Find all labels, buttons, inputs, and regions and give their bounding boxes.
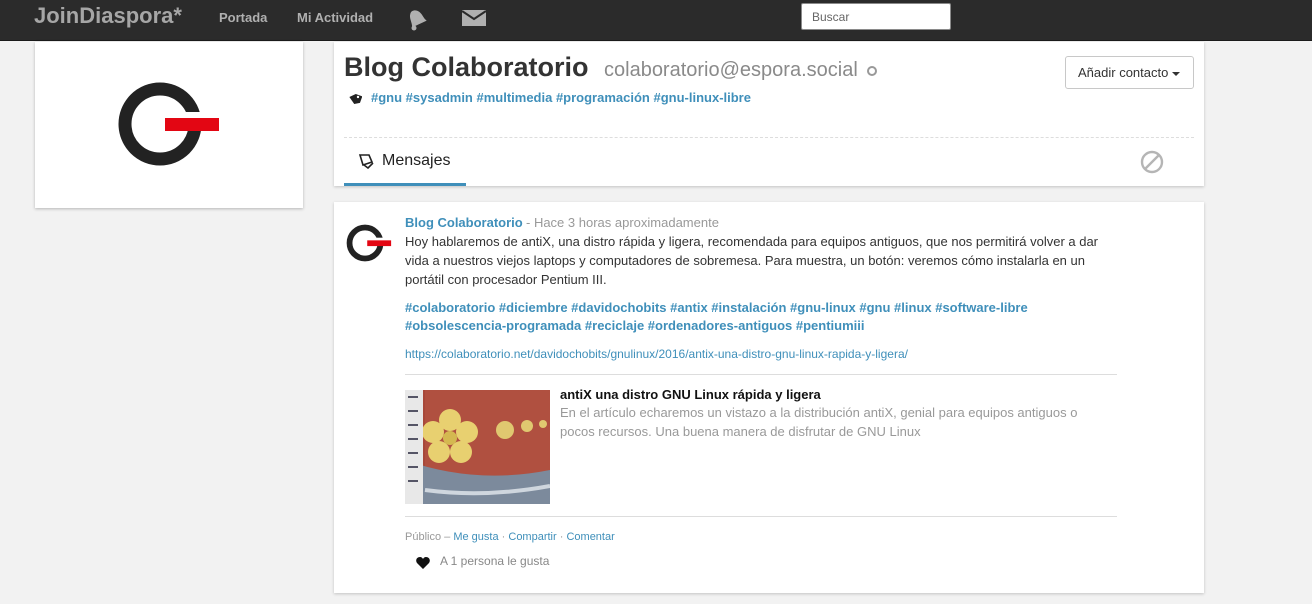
divider <box>405 374 1117 375</box>
meta-separator: – <box>444 531 451 543</box>
add-contact-label: Añadir contacto <box>1078 65 1169 80</box>
brand-logo[interactable]: JoinDiaspora* <box>34 3 182 29</box>
profile-handle: colaboratorio@espora.social <box>604 59 858 81</box>
profile-header: Blog Colaboratorio colaboratorio@espora.… <box>334 42 1204 186</box>
post-timestamp[interactable]: - Hace 3 horas aproximadamente <box>526 215 719 230</box>
post-tags: #colaboratorio #diciembre #davidochobits… <box>405 299 1125 335</box>
post-tags-line[interactable]: #obsolescencia-programada #reciclaje #or… <box>405 317 1125 335</box>
link-preview-image[interactable] <box>405 390 550 504</box>
caret-down-icon <box>1172 71 1181 76</box>
post-card: Blog Colaboratorio - Hace 3 horas aproxi… <box>334 202 1204 593</box>
block-user-icon[interactable] <box>1140 150 1164 179</box>
link-preview-title[interactable]: antiX una distro GNU Linux rápida y lige… <box>560 387 821 402</box>
search-input[interactable] <box>801 3 951 30</box>
profile-name: Blog Colaboratorio <box>344 52 589 82</box>
add-contact-button[interactable]: Añadir contacto <box>1065 56 1194 89</box>
post-body: Hoy hablaremos de antiX, una distro rápi… <box>405 234 1099 287</box>
post-author-link[interactable]: Blog Colaboratorio <box>405 215 523 230</box>
profile-avatar-card <box>35 42 303 208</box>
meta-dot: · <box>559 531 564 543</box>
heart-icon <box>416 556 430 574</box>
tab-posts-label: Mensajes <box>382 152 451 169</box>
post-tags-line[interactable]: #colaboratorio #diciembre #davidochobits… <box>405 299 1125 317</box>
tab-posts[interactable]: Mensajes <box>344 140 466 186</box>
bell-icon[interactable] <box>405 7 427 36</box>
post-meta: Público – Me gusta · Compartir · Comenta… <box>405 531 615 543</box>
meta-dot: · <box>501 531 506 543</box>
top-navbar: JoinDiaspora* Portada Mi Actividad <box>0 0 1312 41</box>
comment-link[interactable]: Comentar <box>566 531 614 543</box>
tag-icon <box>348 92 363 110</box>
divider <box>405 516 1117 517</box>
divider <box>344 137 1194 138</box>
status-circle-icon <box>867 66 877 76</box>
profile-tags[interactable]: #gnu #sysadmin #multimedia #programación… <box>371 90 751 105</box>
nav-home-link[interactable]: Portada <box>219 10 267 25</box>
avatar <box>118 82 221 166</box>
like-link[interactable]: Me gusta <box>453 531 498 543</box>
nav-activity-link[interactable]: Mi Actividad <box>297 10 373 25</box>
post-external-link[interactable]: https://colaboratorio.net/davidochobits/… <box>405 347 908 361</box>
mail-icon[interactable] <box>461 10 487 31</box>
posts-icon <box>358 154 374 169</box>
share-link[interactable]: Compartir <box>508 531 556 543</box>
visibility-label: Público <box>405 531 442 543</box>
link-preview-description: En el artículo echaremos un vistazo a la… <box>560 405 1078 439</box>
post-author-avatar[interactable] <box>346 222 392 264</box>
likes-count[interactable]: A 1 persona le gusta <box>440 554 549 568</box>
